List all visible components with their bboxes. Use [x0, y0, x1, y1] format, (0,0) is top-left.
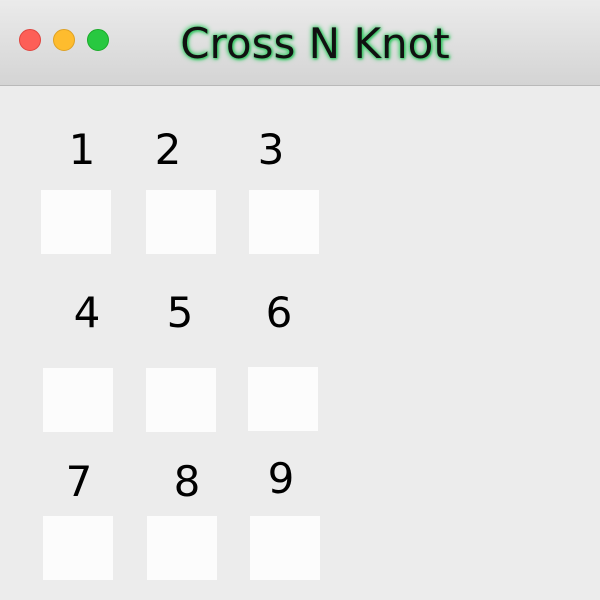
- cell-5-button[interactable]: [146, 368, 216, 432]
- cell-5-label: 5: [166, 288, 194, 337]
- cell-2-button[interactable]: [146, 190, 216, 254]
- window-title: Cross N Knot: [180, 19, 450, 68]
- minimize-button[interactable]: [53, 29, 75, 51]
- cell-9-button[interactable]: [250, 516, 320, 580]
- cell-7-button[interactable]: [43, 516, 113, 580]
- title-bar: Cross N Knot: [0, 0, 600, 86]
- cell-4-label: 4: [73, 288, 101, 337]
- cell-6-button[interactable]: [248, 367, 318, 431]
- zoom-button[interactable]: [87, 29, 109, 51]
- cell-8-button[interactable]: [147, 516, 217, 580]
- cell-3-button[interactable]: [249, 190, 319, 254]
- cell-3-label: 3: [257, 125, 285, 174]
- cell-1-button[interactable]: [41, 190, 111, 254]
- close-button[interactable]: [19, 29, 41, 51]
- cell-7-label: 7: [65, 457, 93, 506]
- cell-9-label: 9: [267, 454, 295, 503]
- cell-2-label: 2: [154, 125, 182, 174]
- cell-1-label: 1: [68, 125, 96, 174]
- cell-8-label: 8: [173, 457, 201, 506]
- cell-6-label: 6: [265, 288, 293, 337]
- cell-4-button[interactable]: [43, 368, 113, 432]
